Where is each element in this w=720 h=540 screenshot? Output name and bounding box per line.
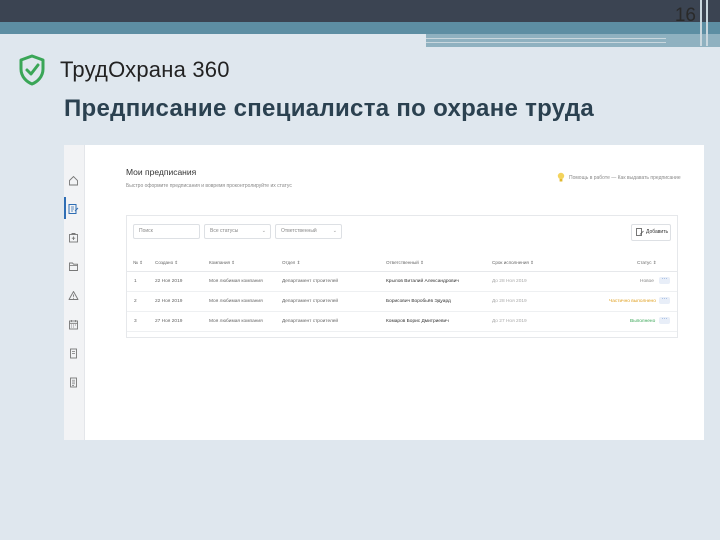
chevron-down-icon: ⌄	[261, 228, 266, 234]
folder-icon[interactable]	[68, 261, 79, 272]
slide-deco-line	[706, 0, 708, 46]
row-department: Департамент строителей	[282, 319, 339, 324]
slide-title: Предписание специалиста по охране труда	[64, 95, 595, 122]
lightbulb-icon	[557, 172, 565, 182]
row-responsible: Комаров Борис Дмитриевич	[386, 319, 449, 324]
table-row[interactable]: 1 22 Ноя 2019 Моя любимая компания Депар…	[127, 272, 677, 292]
slide-deco-line	[426, 42, 666, 43]
table-row[interactable]: 3 27 Ноя 2019 Моя любимая компания Депар…	[127, 312, 677, 332]
row-deadline: До 28 Ноя 2019	[492, 279, 527, 284]
status-badge: Частично выполнено	[609, 299, 656, 304]
row-deadline: До 28 Ноя 2019	[492, 299, 527, 304]
table-header: № ⇕ Создано ⇕ Компания ⇕ Отдел ⇕ Ответст…	[127, 255, 677, 272]
row-responsible: Крылов Виталий Александрович	[386, 279, 459, 284]
row-number: 1	[134, 279, 137, 284]
row-deadline: До 27 Ноя 2019	[492, 319, 527, 324]
app-screenshot: Мои предписания Быстро оформите предписа…	[64, 145, 704, 440]
column-header-deadline[interactable]: Срок исполнения ⇕	[492, 260, 534, 266]
more-actions-button[interactable]: ···	[659, 316, 670, 324]
sidebar	[64, 145, 85, 440]
prescriptions-table-card: Поиск Все статусы ⌄ Ответственный ⌄ Доба…	[126, 215, 678, 338]
column-header-status[interactable]: Статус ⇕	[637, 260, 657, 266]
row-created: 27 Ноя 2019	[155, 319, 183, 324]
status-badge: Новое	[640, 279, 654, 284]
row-number: 3	[134, 319, 137, 324]
slide-accent-band-secondary	[426, 34, 720, 47]
slide-top-bar	[0, 0, 720, 22]
sidebar-active-indicator	[64, 197, 66, 219]
responsible-filter-select[interactable]: Ответственный ⌄	[275, 224, 342, 239]
row-created: 22 Ноя 2019	[155, 299, 183, 304]
checklist-icon[interactable]	[68, 377, 79, 388]
brand-logo: ТрудОхрана 360	[18, 54, 230, 86]
responsible-filter-value: Ответственный	[281, 228, 317, 234]
page-title: Мои предписания	[126, 167, 197, 177]
add-document-icon	[636, 228, 644, 236]
add-button-label: Добавить	[646, 229, 669, 235]
column-header-responsible[interactable]: Ответственный ⇕	[386, 260, 424, 266]
column-header-department[interactable]: Отдел ⇕	[282, 260, 300, 266]
column-header-company[interactable]: Компания ⇕	[209, 260, 235, 266]
more-actions-button[interactable]: ···	[659, 276, 670, 284]
row-company: Моя любимая компания	[209, 279, 263, 284]
slide-accent-band	[0, 22, 720, 34]
help-link[interactable]: Помощь в работе — Как выдавать предписан…	[557, 172, 681, 183]
status-filter-select[interactable]: Все статусы ⌄	[204, 224, 271, 239]
slide-deco-line	[426, 38, 666, 39]
status-badge: Выполнено	[630, 319, 656, 324]
slide-deco-line	[700, 0, 702, 46]
column-header-created[interactable]: Создано ⇕	[155, 260, 178, 266]
slide-number: 16	[674, 5, 696, 26]
search-input[interactable]: Поиск	[133, 224, 200, 239]
row-created: 22 Ноя 2019	[155, 279, 183, 284]
prescription-icon[interactable]	[67, 203, 79, 214]
row-department: Департамент строителей	[282, 279, 339, 284]
more-actions-button[interactable]: ···	[659, 296, 670, 304]
page-subtitle: Быстро оформите предписания и вовремя пр…	[126, 183, 292, 189]
column-header-number[interactable]: № ⇕	[133, 260, 143, 266]
shield-check-icon	[19, 54, 45, 86]
table-row[interactable]: 2 22 Ноя 2019 Моя любимая компания Депар…	[127, 292, 677, 312]
first-aid-icon[interactable]	[68, 232, 79, 243]
row-department: Департамент строителей	[282, 299, 339, 304]
calendar-icon[interactable]	[68, 319, 79, 330]
row-company: Моя любимая компания	[209, 299, 263, 304]
row-number: 2	[134, 299, 137, 304]
status-filter-value: Все статусы	[210, 228, 239, 234]
brand-name: ТрудОхрана 360	[60, 57, 230, 82]
row-company: Моя любимая компания	[209, 319, 263, 324]
warning-icon[interactable]	[68, 290, 79, 301]
document-icon[interactable]	[68, 348, 79, 359]
home-icon[interactable]	[68, 175, 79, 186]
row-responsible: Борисович Воробьёв Эдуард	[386, 299, 451, 304]
help-link-text: Помощь в работе — Как выдавать предписан…	[569, 174, 681, 181]
chevron-down-icon: ⌄	[332, 228, 337, 234]
add-button[interactable]: Добавить	[631, 224, 671, 241]
